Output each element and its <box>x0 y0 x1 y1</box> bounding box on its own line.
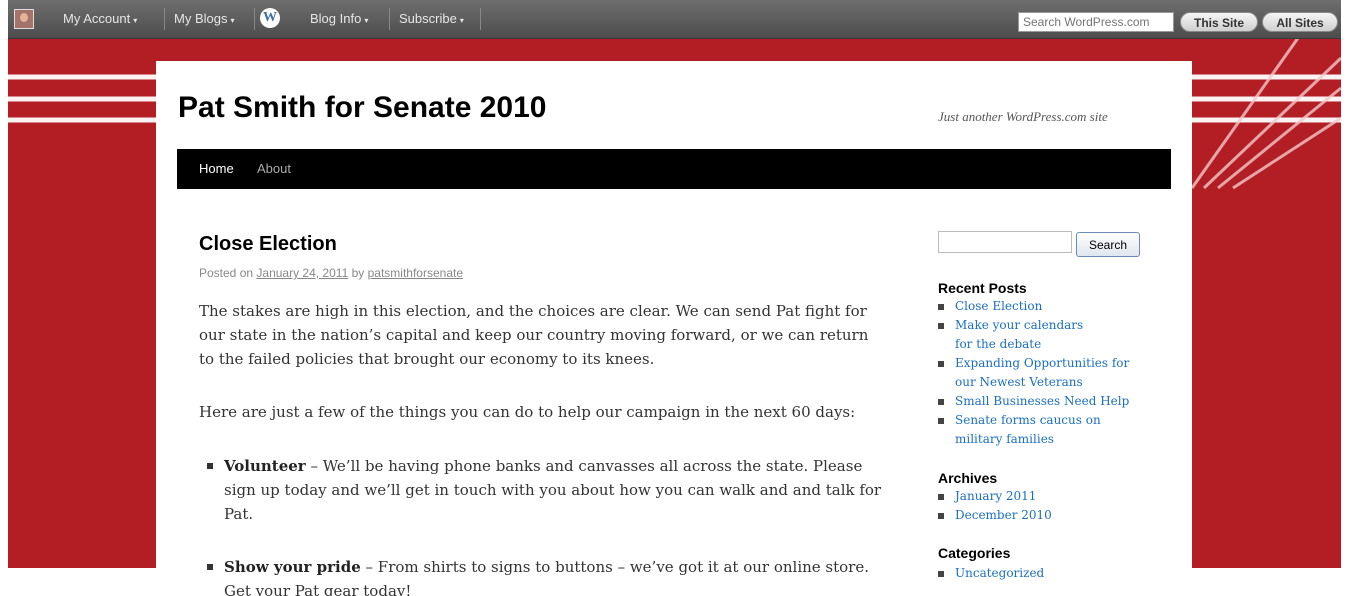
meta-prefix: Posted on <box>199 266 254 280</box>
separator <box>164 8 165 30</box>
this-site-button[interactable]: This Site <box>1180 12 1258 32</box>
chevron-down-icon: ▾ <box>364 16 369 25</box>
my-blogs-menu[interactable]: My Blogs ▾ <box>174 0 234 38</box>
post-paragraph: The stakes are high in this election, an… <box>199 302 869 368</box>
sidebar-search-button[interactable]: Search <box>1076 232 1140 257</box>
recent-post-link[interactable]: Expanding Opportunities for our Newest V… <box>955 354 1135 392</box>
my-account-label: My Account <box>63 11 131 26</box>
all-sites-button[interactable]: All Sites <box>1262 12 1338 32</box>
blog-info-label: Blog Info <box>310 11 362 26</box>
my-blogs-label: My Blogs <box>174 11 228 26</box>
chevron-down-icon: ▾ <box>230 16 235 25</box>
wordpress-logo-icon[interactable]: W <box>260 8 280 28</box>
bullet-icon <box>938 323 944 329</box>
browser-viewport: My Account ▾ My Blogs ▾ W Blog Info ▾ Subsc… <box>8 0 1341 596</box>
bullet-icon <box>938 513 944 519</box>
site-title[interactable]: Pat Smith for Senate 2010 <box>178 91 546 125</box>
admin-bar: My Account ▾ My Blogs ▾ W Blog Info ▾ Subsc… <box>8 0 1341 39</box>
list-item-heading: Volunteer <box>224 457 306 475</box>
recent-posts-title: Recent Posts <box>938 280 1027 296</box>
post-date-link[interactable]: January 24, 2011 <box>256 266 348 280</box>
blog-info-menu[interactable]: Blog Info ▾ <box>310 0 368 38</box>
subscribe-label: Subscribe <box>399 11 457 26</box>
my-account-menu[interactable]: My Account ▾ <box>63 0 137 38</box>
bullet-icon <box>207 463 213 469</box>
site-description: Just another WordPress.com site <box>938 109 1108 124</box>
archive-link[interactable]: January 2011 <box>955 487 1135 506</box>
recent-post-link[interactable]: Small Businesses Need Help <box>955 392 1135 411</box>
sidebar-search-input[interactable] <box>938 231 1072 253</box>
wordpress-search-input[interactable] <box>1018 12 1174 32</box>
categories-title: Categories <box>938 545 1011 561</box>
chevron-down-icon: ▾ <box>133 16 138 25</box>
post-meta: Posted on January 24, 2011 by patsmithfo… <box>199 266 463 280</box>
list-item-text: – We’ll be having phone banks and canvas… <box>224 457 882 523</box>
separator <box>389 8 390 30</box>
post-author-link[interactable]: patsmithforsenate <box>368 266 463 280</box>
recent-post-link[interactable]: Make your calendars for the debate <box>955 316 1095 354</box>
separator <box>254 8 255 30</box>
post-paragraph: Here are just a few of the things you ca… <box>199 403 856 421</box>
nav-item-home[interactable]: Home <box>199 149 234 189</box>
bullet-icon <box>938 304 944 310</box>
archives-title: Archives <box>938 470 998 486</box>
recent-post-link[interactable]: Close Election <box>955 297 1135 316</box>
separator <box>480 8 481 30</box>
meta-by: by <box>351 266 365 280</box>
bullet-icon <box>207 564 213 570</box>
post-title[interactable]: Close Election <box>199 233 337 256</box>
user-avatar[interactable] <box>14 9 34 29</box>
bullet-icon <box>938 494 944 500</box>
page-container: Pat Smith for Senate 2010 Just another W… <box>156 61 1192 596</box>
bullet-icon <box>938 418 944 424</box>
nav-item-about[interactable]: About <box>257 149 291 189</box>
list-item-heading: Show your pride <box>224 558 361 576</box>
subscribe-menu[interactable]: Subscribe ▾ <box>399 0 464 38</box>
main-navigation: Home About <box>177 149 1171 189</box>
archive-link[interactable]: December 2010 <box>955 506 1135 525</box>
bullet-icon <box>938 361 944 367</box>
bullet-icon <box>938 399 944 405</box>
chevron-down-icon: ▾ <box>459 16 464 25</box>
recent-post-link[interactable]: Senate forms caucus on military families <box>955 411 1115 449</box>
bullet-icon <box>938 571 944 577</box>
category-link[interactable]: Uncategorized <box>955 564 1135 583</box>
